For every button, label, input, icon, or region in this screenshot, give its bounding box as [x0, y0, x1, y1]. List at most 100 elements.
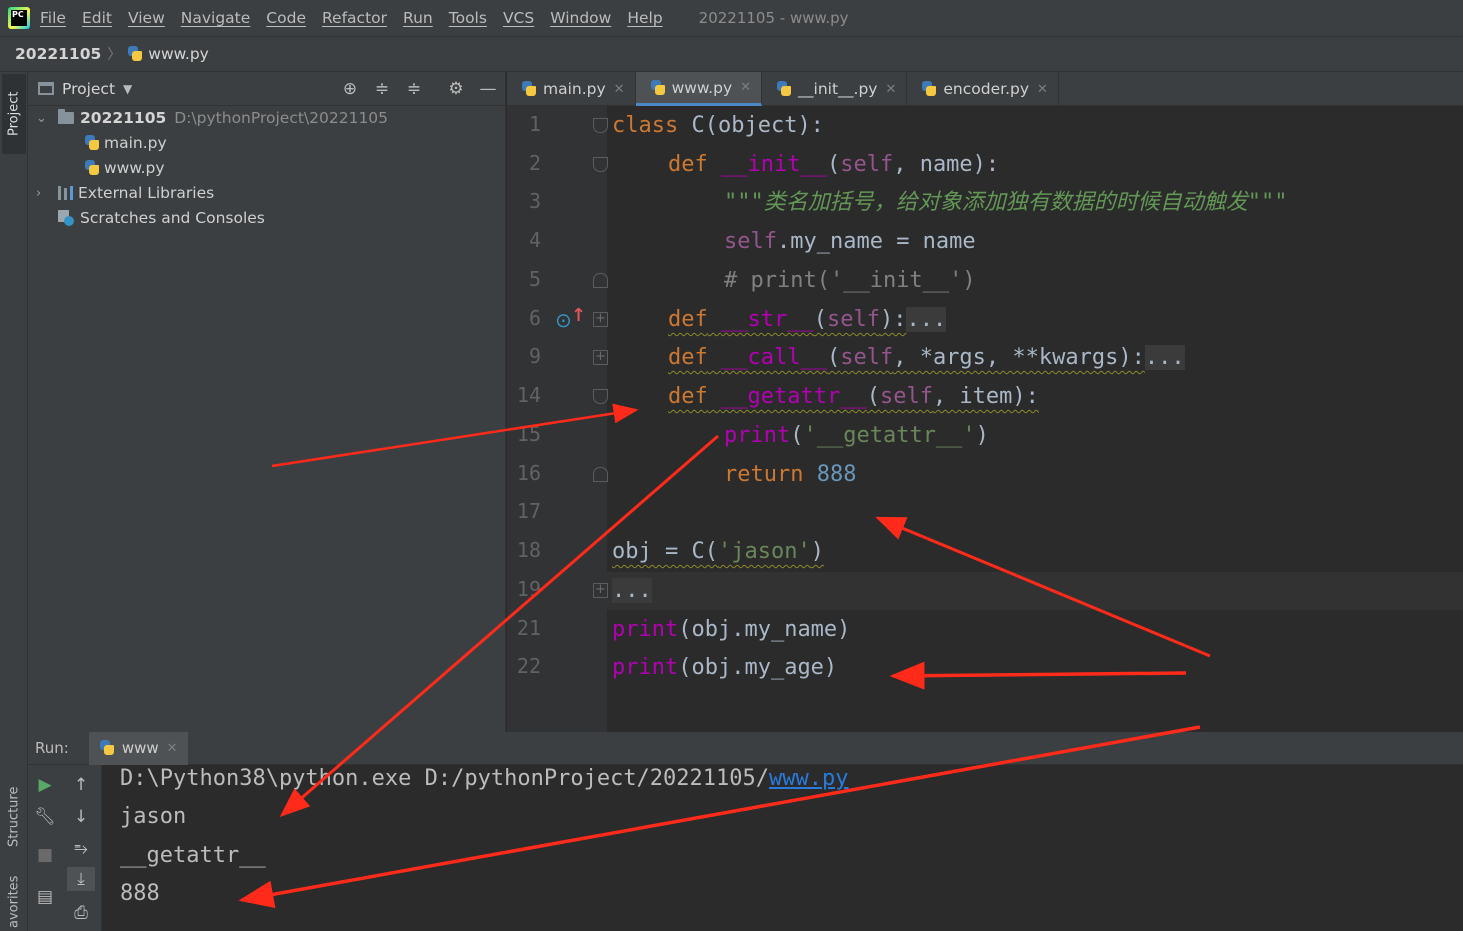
- code-line-5[interactable]: # print('__init__'): [612, 262, 976, 300]
- editor-tab-bar: main.py ✕ www.py ✕ __init__.py ✕ encoder…: [507, 72, 1463, 106]
- tree-scratches-label: Scratches and Consoles: [80, 209, 265, 227]
- code-line-9[interactable]: def __call__(self, *args, **kwargs):...: [612, 339, 1185, 377]
- menu-window[interactable]: Window: [550, 9, 611, 27]
- close-icon[interactable]: ✕: [1037, 82, 1048, 97]
- code-line-4[interactable]: self.my_name = name: [612, 223, 976, 261]
- favorites-tool-tab[interactable]: avorites: [2, 872, 26, 931]
- chevron-right-icon[interactable]: ›: [36, 186, 52, 201]
- menu-help[interactable]: Help: [627, 9, 662, 27]
- expand-all-icon[interactable]: ≑: [372, 79, 392, 99]
- run-toolbar: ▶ 🔧︎ ■ ▤ ↑ ↓ ⥱ ⤓ ⎙: [28, 765, 102, 931]
- breadcrumb-project[interactable]: 20221105: [15, 45, 101, 63]
- fold-expand-icon[interactable]: +: [593, 312, 608, 327]
- folded-code[interactable]: ...: [1144, 345, 1185, 370]
- locate-file-icon[interactable]: ⊕: [340, 79, 360, 99]
- close-icon[interactable]: ✕: [740, 80, 751, 95]
- python-file-icon: [521, 81, 537, 97]
- fold-collapse-icon[interactable]: [593, 157, 608, 172]
- scroll-to-end-icon[interactable]: ⤓: [67, 867, 95, 891]
- code-line-3[interactable]: """类名加括号，给对象添加独有数据的时候自动触发""": [612, 184, 1287, 222]
- soft-wrap-icon[interactable]: ⥱: [69, 837, 93, 861]
- fold-expand-icon[interactable]: +: [593, 350, 608, 365]
- code-line-15[interactable]: print('__getattr__'): [612, 417, 989, 455]
- close-icon[interactable]: ✕: [614, 82, 625, 97]
- menu-vcs[interactable]: VCS: [503, 9, 534, 27]
- layout-icon[interactable]: ▤: [33, 885, 57, 909]
- fold-end-icon[interactable]: [593, 273, 608, 288]
- rerun-icon[interactable]: ▶: [33, 773, 57, 797]
- keyword: def: [668, 152, 708, 177]
- fold-collapse-icon[interactable]: [593, 389, 608, 404]
- tree-external-libraries[interactable]: › External Libraries: [36, 181, 214, 205]
- close-icon[interactable]: ✕: [885, 82, 896, 97]
- run-panel: Run: www ✕ ▶ 🔧︎ ■ ▤ ↑ ↓ ⥱ ⤓ ⎙ D:\Python3…: [28, 731, 1463, 931]
- favorites-tool-tab-label: avorites: [6, 875, 22, 929]
- menu-bar: PC File Edit View Navigate Code Refactor…: [0, 0, 1463, 36]
- tree-file-main[interactable]: main.py: [84, 131, 167, 155]
- tree-root-row[interactable]: ⌄ 20221105 D:\pythonProject\20221105: [36, 106, 388, 130]
- line-number: 4: [528, 228, 541, 252]
- code-line-22[interactable]: print(obj.my_age): [612, 649, 837, 687]
- code-text: ): [810, 539, 824, 564]
- chevron-down-icon[interactable]: ⌄: [36, 111, 52, 126]
- folded-code[interactable]: ...: [906, 307, 947, 332]
- hide-panel-icon[interactable]: —: [478, 79, 498, 99]
- wrench-icon[interactable]: 🔧︎: [33, 805, 57, 829]
- collapse-all-icon[interactable]: ≑: [404, 79, 424, 99]
- keyword: def: [668, 384, 708, 409]
- menu-run[interactable]: Run: [403, 9, 433, 27]
- code-line-19[interactable]: ...: [612, 572, 652, 610]
- console-file-link[interactable]: www.py: [769, 766, 848, 791]
- code-line-6[interactable]: def __str__(self):...: [612, 301, 947, 339]
- code-line-21[interactable]: print(obj.my_name): [612, 611, 850, 649]
- menu-navigate[interactable]: Navigate: [181, 9, 251, 27]
- code-text: (: [826, 152, 841, 177]
- tab-www-py[interactable]: www.py ✕: [635, 72, 763, 106]
- line-number: 1: [528, 112, 541, 136]
- console-line: __getattr__: [120, 843, 266, 868]
- gear-icon[interactable]: ⚙: [446, 79, 466, 99]
- keyword: def: [668, 307, 708, 332]
- tree-scratches[interactable]: Scratches and Consoles: [58, 206, 265, 230]
- print-icon[interactable]: ⎙: [69, 901, 93, 925]
- project-view-selector[interactable]: Project: [62, 80, 115, 98]
- breadcrumb-file[interactable]: www.py: [148, 45, 209, 63]
- python-file-icon: [921, 81, 937, 97]
- arrow-down-icon[interactable]: ↓: [69, 805, 93, 829]
- structure-tool-tab[interactable]: Structure: [2, 772, 26, 862]
- menu-view[interactable]: View: [128, 9, 165, 27]
- window-title: 20221105 - www.py: [698, 9, 849, 27]
- dropdown-arrow-icon[interactable]: ▼: [123, 82, 132, 96]
- python-file-icon: [650, 79, 666, 96]
- menu-file[interactable]: File: [40, 9, 66, 27]
- code-line-14[interactable]: def __getattr__(self, item):: [612, 378, 1039, 416]
- python-icon: [99, 740, 115, 756]
- stop-icon[interactable]: ■: [33, 843, 57, 867]
- code-line-2[interactable]: def __init__(self, name):: [612, 146, 999, 184]
- override-arrow-icon[interactable]: ↑: [571, 305, 586, 326]
- code-line-18[interactable]: obj = C('jason'): [612, 533, 824, 571]
- tree-file-www[interactable]: www.py: [84, 156, 165, 180]
- string-literal: 'jason': [717, 539, 811, 564]
- fold-end-icon[interactable]: [593, 467, 608, 482]
- code-text: (: [813, 307, 827, 332]
- console-output[interactable]: D:\Python38\python.exe D:/pythonProject/…: [120, 760, 1420, 926]
- menu-tools[interactable]: Tools: [449, 9, 487, 27]
- fold-expand-icon[interactable]: +: [593, 583, 608, 598]
- fold-collapse-icon[interactable]: [593, 118, 608, 133]
- method-name: __init__: [721, 152, 827, 177]
- code-text: .my_name = name: [776, 229, 976, 254]
- arrow-up-icon[interactable]: ↑: [69, 773, 93, 797]
- tab-init-py[interactable]: __init__.py ✕: [762, 72, 908, 106]
- tab-main-py[interactable]: main.py ✕: [507, 72, 636, 106]
- code-line-16[interactable]: return 888: [612, 456, 856, 494]
- folded-code[interactable]: ...: [612, 578, 652, 603]
- code-line-1[interactable]: class C(object):: [612, 107, 824, 145]
- project-tool-tab[interactable]: Project: [2, 74, 26, 154]
- override-method-icon[interactable]: ⊙: [555, 308, 572, 332]
- close-icon[interactable]: ✕: [167, 741, 178, 756]
- menu-edit[interactable]: Edit: [82, 9, 112, 27]
- menu-code[interactable]: Code: [266, 9, 306, 27]
- menu-refactor[interactable]: Refactor: [322, 9, 387, 27]
- tab-encoder-py[interactable]: encoder.py ✕: [907, 72, 1059, 106]
